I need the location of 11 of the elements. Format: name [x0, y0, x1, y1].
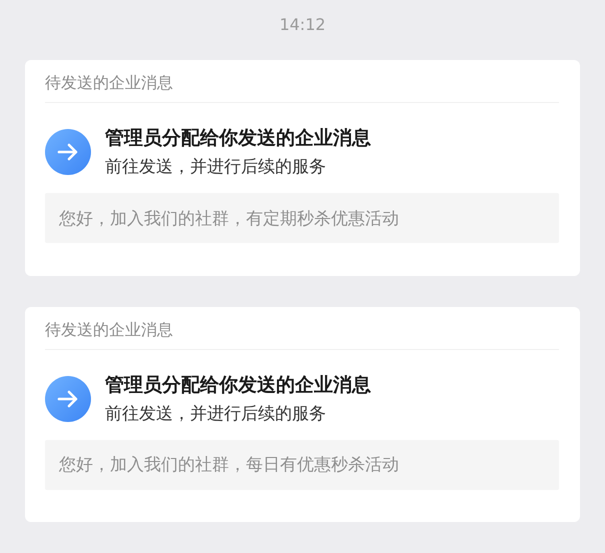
message-content: 您好，加入我们的社群，有定期秒杀优惠活动	[45, 193, 559, 243]
timestamp: 14:12	[279, 14, 326, 36]
card-header: 待发送的企业消息	[45, 72, 174, 94]
message-title: 管理员分配给你发送的企业消息	[105, 126, 371, 151]
message-card[interactable]: 待发送的企业消息 管理员分配给你发送的企业消息 前往发送，并进行后续的服务 您好，加入我们的社群，有定期秒杀优惠活动	[25, 60, 580, 276]
message-title: 管理员分配给你发送的企业消息	[105, 372, 371, 398]
message-subtitle: 前往发送，并进行后续的服务	[105, 402, 327, 426]
message-content: 您好，加入我们的社群，每日有优惠秒杀活动	[45, 440, 559, 490]
message-subtitle: 前往发送，并进行后续的服务	[105, 156, 327, 179]
card-header: 待发送的企业消息	[45, 318, 174, 340]
message-card[interactable]: 待发送的企业消息 管理员分配给你发送的企业消息 前往发送，并进行后续的服务 您好，加入我们的社群，每日有优惠秒杀活动	[25, 306, 580, 522]
